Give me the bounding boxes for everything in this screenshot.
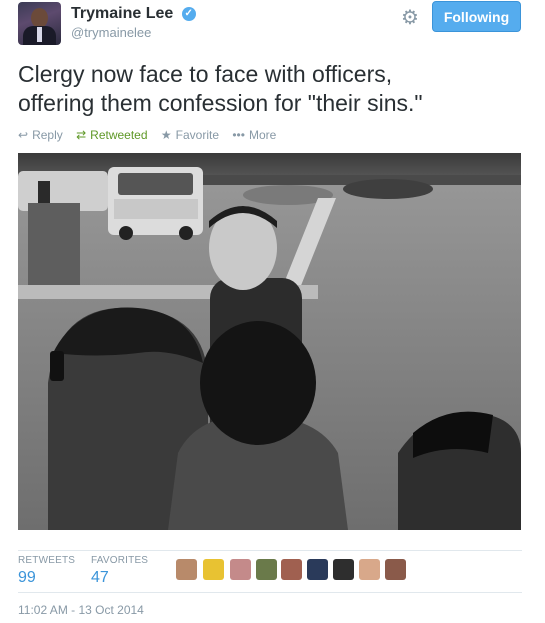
more-button[interactable]: ••• More bbox=[232, 128, 276, 142]
favorites-count: 47 bbox=[91, 569, 109, 586]
more-icon: ••• bbox=[232, 128, 245, 142]
avatar-face bbox=[31, 8, 48, 28]
tweet-photo[interactable] bbox=[18, 153, 521, 530]
tweet-header: Trymaine Lee ✓ @trymainelee ⚙ Following bbox=[18, 1, 522, 46]
reply-label: Reply bbox=[32, 128, 63, 142]
tweet-text-line-1: Clergy now face to face with officers, bbox=[18, 61, 393, 87]
retweet-icon: ⇄ bbox=[76, 128, 87, 142]
retweet-button[interactable]: ⇄ Retweeted bbox=[76, 128, 147, 142]
avatar[interactable] bbox=[230, 559, 251, 580]
avatar[interactable] bbox=[18, 2, 61, 45]
favorites-stat[interactable]: FAVORITES 47 bbox=[91, 555, 148, 587]
favorite-button[interactable]: ★ Favorite bbox=[161, 128, 219, 142]
user-info[interactable]: Trymaine Lee ✓ @trymainelee bbox=[71, 5, 196, 40]
retweets-stat[interactable]: RETWEETS 99 bbox=[18, 555, 75, 587]
tweet-text-line-2: offering them confession for "their sins… bbox=[18, 90, 423, 116]
avatar[interactable] bbox=[307, 559, 328, 580]
tweet-actions: ↩ Reply ⇄ Retweeted ★ Favorite ••• More bbox=[18, 128, 286, 142]
favorites-label: FAVORITES bbox=[91, 555, 149, 566]
gear-icon[interactable]: ⚙ bbox=[401, 5, 419, 30]
avatar[interactable] bbox=[359, 559, 380, 580]
avatar[interactable] bbox=[281, 559, 302, 580]
favorite-label: Favorite bbox=[175, 128, 219, 142]
photo-illustration bbox=[18, 153, 521, 530]
tweet-stats: RETWEETS 99 FAVORITES 47 bbox=[18, 550, 522, 593]
reply-button[interactable]: ↩ Reply bbox=[18, 128, 63, 142]
retweets-label: RETWEETS bbox=[18, 555, 76, 566]
stats-divider-bottom bbox=[18, 592, 522, 593]
retweet-label: Retweeted bbox=[90, 128, 148, 142]
avatar[interactable] bbox=[203, 559, 224, 580]
full-name[interactable]: Trymaine Lee bbox=[71, 5, 173, 23]
tweet-text: Clergy now face to face with officers, o… bbox=[18, 60, 518, 118]
avatar[interactable] bbox=[176, 559, 197, 580]
more-label: More bbox=[248, 128, 277, 142]
stats-divider-top bbox=[18, 550, 522, 551]
avatar[interactable] bbox=[385, 559, 406, 580]
following-button[interactable]: Following bbox=[432, 1, 521, 32]
avatar-shirt bbox=[37, 27, 42, 42]
avatar[interactable] bbox=[333, 559, 354, 580]
tweet-timestamp[interactable]: 11:02 AM - 13 Oct 2014 bbox=[18, 603, 144, 617]
verified-icon: ✓ bbox=[181, 7, 196, 21]
reply-icon: ↩ bbox=[18, 128, 29, 142]
screen-name[interactable]: @trymainelee bbox=[71, 25, 196, 40]
retweets-count: 99 bbox=[18, 569, 36, 586]
star-icon: ★ bbox=[160, 128, 172, 142]
avatar[interactable] bbox=[256, 559, 277, 580]
